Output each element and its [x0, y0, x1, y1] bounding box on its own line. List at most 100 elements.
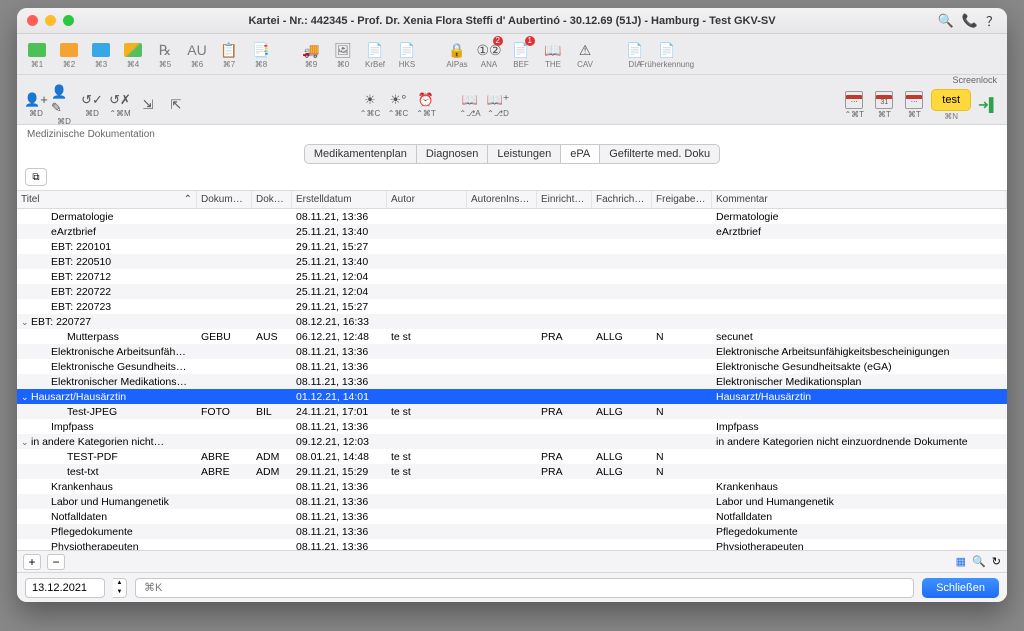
table-row[interactable]: Elektronischer Medikations…08.11.21, 13:… [17, 374, 1007, 389]
phone-icon[interactable]: 📞 [962, 13, 978, 29]
column-header[interactable]: Dokumenten… [197, 191, 252, 208]
close-button[interactable]: Schließen [922, 578, 999, 598]
window-title: Kartei - Nr.: 442345 - Prof. Dr. Xenia F… [17, 15, 1007, 27]
tab-epa[interactable]: ePA [560, 144, 599, 164]
calendar-button[interactable]: ⋯⌃⌘T [841, 91, 867, 119]
toolbar-button[interactable]: AU⌘6 [183, 38, 211, 72]
toolbar-button[interactable]: ℞⌘5 [151, 38, 179, 72]
toolbar-button[interactable]: 📋⌘7 [215, 38, 243, 72]
toolbar-button[interactable]: ⏰⌃⌘T [413, 91, 439, 119]
column-header[interactable]: Autor [387, 191, 467, 208]
toolbar-button[interactable]: 📖⁺⌃⎇D [485, 91, 511, 119]
main-toolbar: ⌘1⌘2⌘3⌘4℞⌘5AU⌘6📋⌘7📑⌘8 🚚⌘9🖼⌘0📄KrBef📄HKS 🔒AI… [17, 34, 1007, 75]
folder-icon[interactable]: ▦ [956, 555, 966, 568]
tab-leistungen[interactable]: Leistungen [487, 144, 560, 164]
table-row[interactable]: Dermatologie08.11.21, 13:36Dermatologie [17, 209, 1007, 224]
table-row[interactable]: Physiotherapeuten08.11.21, 13:36Physioth… [17, 539, 1007, 550]
table-row[interactable]: ⌄in andere Kategorien nicht…09.12.21, 12… [17, 434, 1007, 449]
toolbar-button[interactable]: 📄KrBef [361, 38, 389, 72]
toolbar-button[interactable]: 📄HKS [393, 38, 421, 72]
toolbar-button [441, 91, 455, 119]
table-row[interactable]: Test-JPEGFOTOBIL24.11.21, 17:01te stPRAA… [17, 404, 1007, 419]
date-stepper[interactable]: ▲▼ [113, 578, 127, 598]
tab-diagnosen[interactable]: Diagnosen [416, 144, 488, 164]
exit-icon[interactable]: ➜▌ [975, 91, 1001, 119]
table-row[interactable]: Elektronische Gesundheits…08.11.21, 13:3… [17, 359, 1007, 374]
tab-bar: MedikamentenplanDiagnosenLeistungenePAGe… [17, 140, 1007, 164]
window-controls [27, 15, 74, 26]
table-row[interactable]: MutterpassGEBUAUS06.12.21, 12:48te stPRA… [17, 329, 1007, 344]
app-window: Kartei - Nr.: 442345 - Prof. Dr. Xenia F… [17, 8, 1007, 602]
search-table-icon[interactable]: 🔍 [972, 555, 986, 568]
title-bar: Kartei - Nr.: 442345 - Prof. Dr. Xenia F… [17, 8, 1007, 34]
column-header[interactable]: Titel ⌃ [17, 191, 197, 208]
column-header[interactable]: Kommentar [712, 191, 1007, 208]
table-row[interactable]: eArztbrief25.11.21, 13:40eArztbrief [17, 224, 1007, 239]
toolbar-button[interactable]: ⇱ [163, 91, 189, 119]
column-header[interactable]: Fachrichtung [592, 191, 652, 208]
zoom-window-icon[interactable] [63, 15, 74, 26]
toolbar-button[interactable]: ⌘2 [55, 38, 83, 72]
toolbar-button[interactable]: 👤✎⌘D [51, 91, 77, 119]
toolbar-button[interactable]: 📖THE [539, 38, 567, 72]
help-icon[interactable]: ？ [986, 11, 999, 30]
add-row-button[interactable]: + [23, 554, 41, 570]
toolbar-button[interactable]: ☀⌃⌘C [357, 91, 383, 119]
minimize-window-icon[interactable] [45, 15, 56, 26]
close-window-icon[interactable] [27, 15, 38, 26]
popout-icon[interactable]: ⧉ [25, 168, 47, 186]
column-header[interactable]: AutorenInstitut… [467, 191, 537, 208]
tab-medikamentenplan[interactable]: Medikamentenplan [304, 144, 416, 164]
table-row[interactable]: Elektronische Arbeitsunfäh…08.11.21, 13:… [17, 344, 1007, 359]
table-row[interactable]: EBT: 22010129.11.21, 15:27 [17, 239, 1007, 254]
toolbar-button[interactable]: ①②2ANA [475, 38, 503, 72]
table-row[interactable]: ⌄EBT: 22072708.12.21, 16:33 [17, 314, 1007, 329]
table-row[interactable]: EBT: 22072329.11.21, 15:27 [17, 299, 1007, 314]
toolbar-button[interactable]: ⚠CAV [571, 38, 599, 72]
command-search[interactable] [135, 578, 914, 598]
table-row[interactable]: Impfpass08.11.21, 13:36Impfpass [17, 419, 1007, 434]
table-row[interactable]: Notfalldaten08.11.21, 13:36Notfalldaten [17, 509, 1007, 524]
table-header: Titel ⌃Dokumenten…Dokume…ErstelldatumAut… [17, 190, 1007, 209]
column-header[interactable]: Freigabestufe [652, 191, 712, 208]
table-row[interactable]: EBT: 22071225.11.21, 12:04 [17, 269, 1007, 284]
toolbar-button[interactable]: 📄1BEF [507, 38, 535, 72]
screenlock-label[interactable]: Screenlock [952, 75, 997, 85]
section-header: Medizinische Dokumentation [17, 125, 1007, 140]
column-header[interactable]: Dokume… [252, 191, 292, 208]
calendar-button[interactable]: 31⌘T [871, 91, 897, 119]
toolbar-button[interactable]: ⇲ [135, 91, 161, 119]
table-row[interactable]: EBT: 22051025.11.21, 13:40 [17, 254, 1007, 269]
bottom-bar: ▲▼ Schließen [17, 572, 1007, 602]
tab-gefilterte-med-doku[interactable]: Gefilterte med. Doku [599, 144, 720, 164]
toolbar-button[interactable]: ⌘4 [119, 38, 147, 72]
calendar-button[interactable]: ⋯⌘T [901, 91, 927, 119]
date-field[interactable] [25, 578, 105, 598]
toolbar-button[interactable]: ⌘1 [23, 38, 51, 72]
table-row[interactable]: Krankenhaus08.11.21, 13:36Krankenhaus [17, 479, 1007, 494]
toolbar-button[interactable]: 🚚⌘9 [297, 38, 325, 72]
table-row[interactable]: Labor und Humangenetik08.11.21, 13:36Lab… [17, 494, 1007, 509]
toolbar-button[interactable]: ⌘3 [87, 38, 115, 72]
toolbar-button[interactable]: 🔒AIPas [443, 38, 471, 72]
table-row[interactable]: test-txtABREADM29.11.21, 15:29te stPRAAL… [17, 464, 1007, 479]
column-header[interactable]: Einrichtu… [537, 191, 592, 208]
table-row[interactable]: ⌄Hausarzt/Hausärztin01.12.21, 14:01Hausa… [17, 389, 1007, 404]
toolbar-button[interactable]: ☀°⌃⌘C [385, 91, 411, 119]
toolbar-button[interactable]: 📖⌃⎇A [457, 91, 483, 119]
toolbar-button[interactable]: 🖼⌘0 [329, 38, 357, 72]
table-row[interactable]: TEST-PDFABREADM08.01.21, 14:48te stPRAAL… [17, 449, 1007, 464]
table-row[interactable]: EBT: 22072225.11.21, 12:04 [17, 284, 1007, 299]
table-row[interactable]: Pflegedokumente08.11.21, 13:36Pflegedoku… [17, 524, 1007, 539]
column-header[interactable]: Erstelldatum [292, 191, 387, 208]
remove-row-button[interactable]: − [47, 554, 65, 570]
search-icon[interactable]: 🔍 [938, 13, 954, 29]
toolbar-button[interactable]: 📄Früherkennung [653, 38, 681, 72]
table-body[interactable]: Dermatologie08.11.21, 13:36Dermatologiee… [17, 209, 1007, 550]
test-chip[interactable]: test [931, 89, 971, 111]
refresh-icon[interactable]: ↻ [992, 555, 1001, 568]
toolbar-button[interactable]: ↺✗⌃⌘M [107, 91, 133, 119]
toolbar-button[interactable]: 👤+⌘D [23, 91, 49, 119]
toolbar-button[interactable]: 📑⌘8 [247, 38, 275, 72]
toolbar-button[interactable]: ↺✓⌘D [79, 91, 105, 119]
